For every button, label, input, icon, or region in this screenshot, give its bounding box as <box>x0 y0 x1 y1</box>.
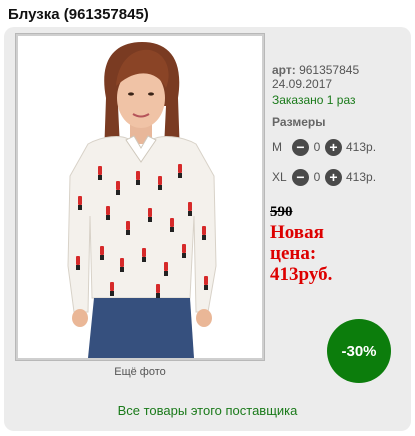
minus-icon[interactable]: − <box>292 168 309 186</box>
plus-icon[interactable]: + <box>325 168 342 186</box>
size-label: XL <box>272 170 287 184</box>
size-row-xl: XL − 0 + 413р. <box>272 167 376 187</box>
sizes-header: Размеры <box>272 115 326 129</box>
size-quantity: 0 <box>313 140 321 154</box>
article-line: арт: 961357845 <box>272 63 359 77</box>
discount-badge: -30% <box>327 319 391 383</box>
plus-icon[interactable]: + <box>325 138 342 156</box>
more-photos-link[interactable]: Ещё фото <box>16 366 264 378</box>
supplier-products-link[interactable]: Все товары этого поставщика <box>0 403 415 418</box>
blouse-photo-image <box>67 42 217 358</box>
new-price: Новая цена: 413руб. <box>270 222 380 285</box>
size-row-m: M − 0 + 413р. <box>272 137 376 157</box>
article-value: 961357845 <box>299 63 360 77</box>
old-price: 590 <box>270 204 293 220</box>
size-price: 413р. <box>346 170 377 184</box>
product-photo[interactable] <box>16 34 264 360</box>
ordered-count: Заказано 1 раз <box>272 93 356 107</box>
article-label: арт: <box>272 63 296 77</box>
size-price: 413р. <box>346 140 377 154</box>
new-price-line3: 413руб. <box>270 264 333 285</box>
size-label: M <box>272 140 282 154</box>
new-price-line2: цена: <box>270 243 317 264</box>
new-price-line1: Новая <box>270 222 324 243</box>
size-quantity: 0 <box>313 170 321 184</box>
minus-icon[interactable]: − <box>292 138 309 156</box>
product-title: Блузка (961357845) <box>8 6 149 23</box>
date-added: 24.09.2017 <box>272 77 333 91</box>
